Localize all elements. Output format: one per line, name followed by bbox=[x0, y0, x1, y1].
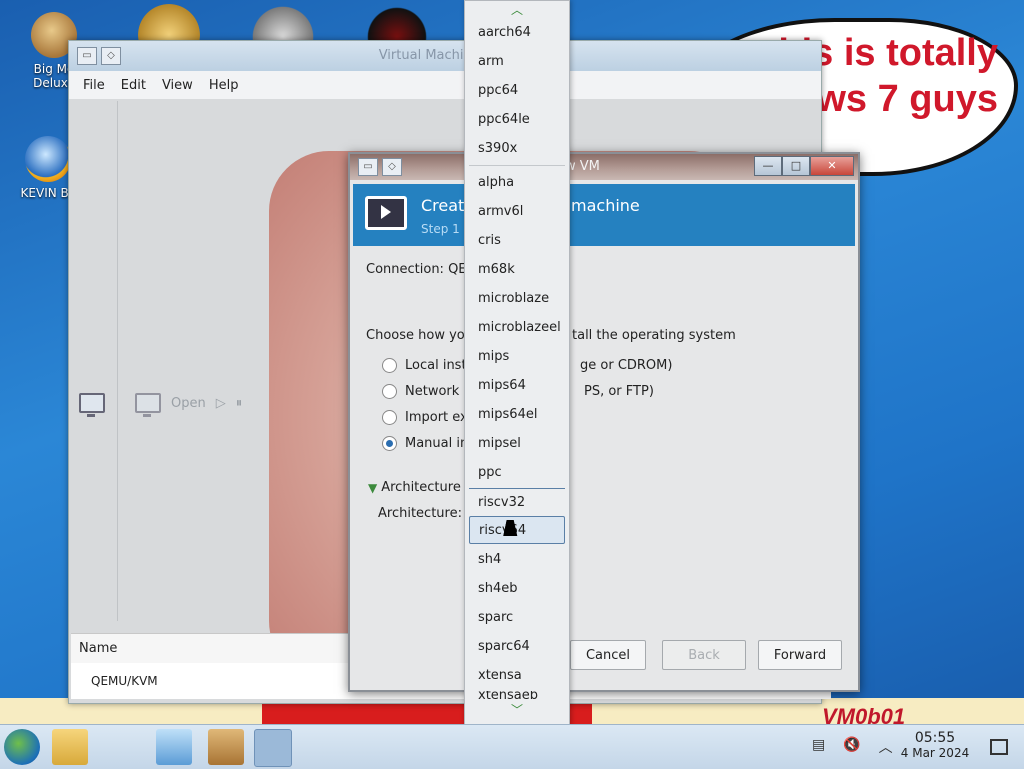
arch-option[interactable]: arm bbox=[469, 48, 565, 75]
arch-option[interactable]: mips64 bbox=[469, 372, 565, 399]
arch-option[interactable]: aarch64 bbox=[469, 19, 565, 46]
architecture-expander[interactable]: ▼ Architecture o bbox=[368, 480, 473, 495]
arch-option[interactable]: m68k bbox=[469, 256, 565, 283]
volume-muted-icon[interactable]: 🔇 bbox=[843, 737, 860, 757]
arch-option[interactable]: xtensa bbox=[469, 662, 565, 689]
new-vm-titlebar[interactable]: ▭ ◇ w VM — □ ✕ bbox=[350, 154, 858, 180]
radio-local[interactable] bbox=[382, 358, 397, 373]
menu-view[interactable]: View bbox=[154, 78, 201, 93]
globe-sun-icon bbox=[25, 136, 71, 182]
taskbar: ▤ 🔇 ︿ 05:55 4 Mar 2024 bbox=[0, 724, 1024, 769]
arch-option[interactable]: ppc bbox=[469, 459, 565, 486]
architecture-expander-label: Architecture o bbox=[381, 480, 473, 495]
option-network-install[interactable]: Network I bbox=[382, 384, 467, 399]
choose-install-prompt: Choose how you bbox=[366, 328, 473, 343]
arch-option[interactable]: s390x bbox=[469, 135, 565, 162]
architecture-dropdown[interactable]: ︿ aarch64 arm ppc64 ppc64le s390x alpha … bbox=[464, 0, 570, 726]
arch-option[interactable]: mips64el bbox=[469, 401, 565, 428]
clock-date: 4 Mar 2024 bbox=[900, 746, 970, 760]
arch-option[interactable]: microblaze bbox=[469, 285, 565, 312]
vm-toolbar: Open ▷ ⏸ bbox=[79, 393, 243, 417]
banner-step: Step 1 bbox=[421, 222, 460, 236]
arch-option[interactable]: alpha bbox=[469, 169, 565, 196]
forward-button[interactable]: Forward bbox=[758, 640, 842, 670]
dialog-menu-icon[interactable]: ▭ bbox=[358, 158, 378, 176]
scroll-down-icon[interactable]: ﹀ bbox=[465, 703, 569, 717]
control-panel-icon[interactable] bbox=[156, 729, 192, 765]
pause-icon[interactable]: ⏸ bbox=[236, 396, 243, 411]
radio-network[interactable] bbox=[382, 384, 397, 399]
option-local-install[interactable]: Local insta bbox=[382, 358, 475, 373]
arch-option[interactable]: sparc bbox=[469, 604, 565, 631]
architecture-label: Architecture: bbox=[378, 506, 462, 521]
connection-label: Connection: QE bbox=[366, 262, 467, 277]
option-tail: PS, or FTP) bbox=[584, 384, 654, 399]
arch-option-partial[interactable]: xtensaeb bbox=[469, 691, 565, 703]
show-desktop-icon[interactable] bbox=[990, 739, 1008, 755]
close-icon[interactable]: ✕ bbox=[810, 156, 854, 176]
package-icon[interactable] bbox=[208, 729, 244, 765]
arch-option[interactable]: sh4eb bbox=[469, 575, 565, 602]
vm-monitor-icon bbox=[365, 196, 407, 230]
option-label: Import ex bbox=[405, 410, 468, 425]
banner-title-tail: machine bbox=[571, 196, 640, 215]
radio-import[interactable] bbox=[382, 410, 397, 425]
new-vm-icon[interactable] bbox=[79, 393, 105, 417]
dropdown-separator bbox=[469, 165, 565, 166]
cancel-button[interactable]: Cancel bbox=[570, 640, 646, 670]
file-manager-icon[interactable] bbox=[52, 729, 88, 765]
window-sticky-icon[interactable]: ◇ bbox=[101, 47, 121, 65]
new-vm-title: w VM bbox=[565, 159, 600, 174]
clock-time: 05:55 bbox=[914, 730, 956, 746]
arch-option[interactable]: microblazeel bbox=[469, 314, 565, 341]
radio-manual[interactable] bbox=[382, 436, 397, 451]
arch-option[interactable]: ppc64le bbox=[469, 106, 565, 133]
clock[interactable]: 05:55 4 Mar 2024 bbox=[892, 731, 978, 761]
new-vm-dialog: ▭ ◇ w VM — □ ✕ Create machine Step 1 Con… bbox=[348, 152, 860, 692]
tray-expand-icon[interactable]: ︿ bbox=[879, 737, 893, 757]
clipboard-icon[interactable]: ▤ bbox=[812, 737, 825, 757]
window-menu-icon[interactable]: ▭ bbox=[77, 47, 97, 65]
open-button-label[interactable]: Open bbox=[171, 396, 206, 411]
vm-side-strip bbox=[73, 101, 118, 621]
scroll-up-icon[interactable]: ︿ bbox=[465, 3, 569, 17]
virt-manager-taskbar-icon[interactable] bbox=[254, 729, 292, 767]
maximize-icon[interactable]: □ bbox=[782, 156, 810, 176]
menubar: File Edit View Help bbox=[69, 71, 821, 99]
arch-option[interactable]: cris bbox=[469, 227, 565, 254]
arch-option[interactable]: sh4 bbox=[469, 546, 565, 573]
menu-file[interactable]: File bbox=[75, 78, 113, 93]
arch-option[interactable]: mipsel bbox=[469, 430, 565, 457]
choose-install-prompt-tail: tall the operating system bbox=[572, 328, 736, 343]
option-tail: ge or CDROM) bbox=[580, 358, 673, 373]
option-label: Network I bbox=[405, 384, 468, 399]
chevron-down-icon: ▼ bbox=[368, 480, 378, 495]
arch-option[interactable]: sparc64 bbox=[469, 633, 565, 660]
option-import[interactable]: Import ex bbox=[382, 410, 468, 425]
arch-option[interactable]: riscv32 bbox=[469, 488, 565, 515]
run-icon[interactable]: ▷ bbox=[216, 396, 226, 411]
open-vm-icon[interactable] bbox=[135, 393, 161, 417]
system-tray: ▤ 🔇 ︿ bbox=[812, 737, 893, 757]
new-vm-banner: Create machine Step 1 bbox=[353, 184, 855, 246]
option-manual-install[interactable]: Manual ins bbox=[382, 436, 475, 451]
menu-help[interactable]: Help bbox=[201, 78, 247, 93]
dialog-sticky-icon[interactable]: ◇ bbox=[382, 158, 402, 176]
arch-option[interactable]: armv6l bbox=[469, 198, 565, 225]
menu-edit[interactable]: Edit bbox=[113, 78, 154, 93]
minimize-icon[interactable]: — bbox=[754, 156, 782, 176]
arch-option[interactable]: mips bbox=[469, 343, 565, 370]
arch-option[interactable]: ppc64 bbox=[469, 77, 565, 104]
back-button[interactable]: Back bbox=[662, 640, 746, 670]
start-button-icon[interactable] bbox=[4, 729, 40, 765]
vm-manager-titlebar[interactable]: ▭ ◇ Virtual Machine Man bbox=[69, 41, 821, 71]
